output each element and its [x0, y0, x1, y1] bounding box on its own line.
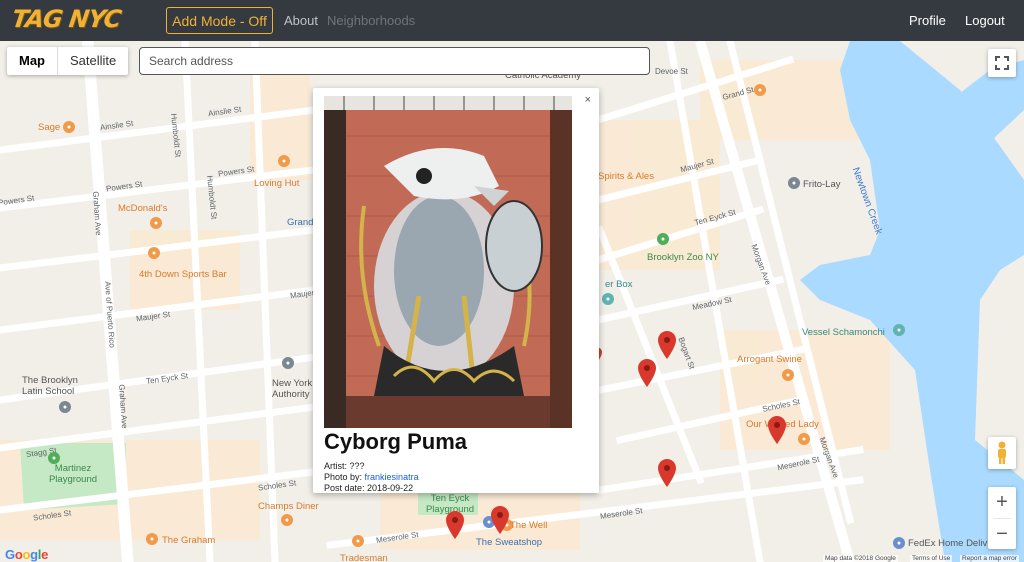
restaurant-icon[interactable]: ●: [281, 514, 293, 526]
report-error-link[interactable]: Report a map error: [960, 555, 1019, 562]
poi-label: New York Authority: [272, 378, 313, 400]
poi-label: 4th Down Sports Bar: [139, 269, 227, 280]
poi-label: The Graham: [162, 535, 216, 546]
place-icon[interactable]: ●: [602, 293, 614, 305]
navbar: TAG NYC Add Mode - Off About Neighborhoo…: [0, 0, 1024, 41]
poi-label: Brooklyn Zoo NY: [647, 252, 719, 263]
poi-label: FedEx Home Deliv: [908, 538, 988, 549]
place-icon[interactable]: ●: [893, 537, 905, 549]
poi-label: Tradesman: [340, 553, 388, 562]
poi-label: Frito-Lay: [803, 179, 841, 190]
bar-icon[interactable]: ●: [148, 247, 160, 259]
street-label: Devoe St: [655, 67, 688, 76]
artist-line: Artist: ???: [324, 461, 365, 471]
photo-by-label: Photo by:: [324, 472, 363, 482]
tag-marker-pin[interactable]: [658, 459, 676, 487]
building-icon[interactable]: ●: [282, 357, 294, 369]
artist-label: Artist:: [324, 461, 348, 471]
poi-label: McDonald's: [118, 203, 168, 214]
graffiti-image-art: [324, 96, 572, 428]
poi-label: The Well: [510, 520, 548, 531]
poi-label: Loving Hut: [254, 178, 300, 189]
restaurant-icon[interactable]: ●: [63, 121, 75, 133]
nav-neighborhoods-link[interactable]: Neighborhoods: [327, 13, 415, 28]
place-icon[interactable]: ●: [893, 324, 905, 336]
tag-marker-pin[interactable]: [491, 506, 509, 534]
nav-about-link[interactable]: About: [284, 13, 318, 28]
restaurant-icon[interactable]: ●: [278, 155, 290, 167]
poi-label: Sage: [38, 122, 61, 133]
tag-marker-pin[interactable]: [638, 359, 656, 387]
google-logo[interactable]: Google: [5, 547, 48, 562]
street-view-pegman[interactable]: [988, 437, 1016, 469]
map-type-map-button[interactable]: Map: [7, 47, 58, 75]
tag-marker-pin[interactable]: [446, 511, 464, 539]
poi-label: Grand: [287, 217, 314, 228]
fullscreen-button[interactable]: [988, 49, 1016, 77]
graffiti-photo[interactable]: [324, 96, 572, 428]
tag-marker-pin[interactable]: [768, 416, 786, 444]
fullscreen-icon: [995, 56, 1009, 70]
photo-by-line: Photo by: frankiesinatra: [324, 472, 419, 482]
zoom-out-button[interactable]: −: [988, 519, 1016, 550]
poi-label: The Sweatshop: [476, 537, 543, 548]
tag-marker-pin[interactable]: [658, 331, 676, 359]
zoom-in-button[interactable]: +: [988, 487, 1016, 518]
bar-icon[interactable]: ●: [798, 433, 810, 445]
artist-value: ???: [349, 461, 365, 471]
terms-link[interactable]: Terms of Use: [910, 555, 953, 562]
restaurant-icon[interactable]: ●: [352, 535, 364, 547]
add-mode-button[interactable]: Add Mode - Off: [166, 7, 273, 34]
poi-label: The Brooklyn Latin School: [22, 375, 78, 397]
post-date-label: Post date:: [324, 483, 365, 493]
restaurant-icon[interactable]: ●: [150, 217, 162, 229]
poi-label: Vessel Schamonchi: [802, 327, 885, 338]
map-type-satellite-button[interactable]: Satellite: [58, 47, 128, 75]
restaurant-icon[interactable]: ●: [146, 533, 158, 545]
brand-logo[interactable]: TAG NYC: [10, 5, 122, 33]
zoom-control: + −: [988, 487, 1016, 549]
map-data-attribution: Map data ©2018 Google: [823, 555, 898, 562]
restaurant-icon[interactable]: ●: [782, 369, 794, 381]
nav-logout-link[interactable]: Logout: [965, 13, 1005, 28]
post-date-value: 2018-09-22: [367, 483, 414, 493]
post-date-line: Post date: 2018-09-22: [324, 483, 413, 493]
search-address-input[interactable]: [139, 47, 650, 75]
poi-label: Arrogant Swine: [737, 354, 802, 365]
poi-label: Champs Diner: [258, 501, 319, 512]
place-icon[interactable]: ●: [788, 177, 800, 189]
close-icon[interactable]: ×: [585, 94, 591, 106]
tag-info-window: × Cyborg Puma Artist: ??? Photo by: fran…: [313, 88, 599, 493]
bar-icon[interactable]: ●: [754, 84, 766, 96]
poi-label: Martinez Playground: [48, 463, 98, 485]
tag-title: Cyborg Puma: [324, 429, 468, 454]
map-type-control: Map Satellite: [7, 47, 129, 75]
poi-label: er Box: [605, 279, 633, 290]
nav-profile-link[interactable]: Profile: [909, 13, 946, 28]
pegman-icon: [998, 441, 1006, 464]
zoo-icon[interactable]: ●: [657, 233, 669, 245]
photographer-link[interactable]: frankiesinatra: [365, 472, 419, 482]
school-icon[interactable]: ●: [59, 401, 71, 413]
poi-label: Spirits & Ales: [598, 171, 654, 182]
